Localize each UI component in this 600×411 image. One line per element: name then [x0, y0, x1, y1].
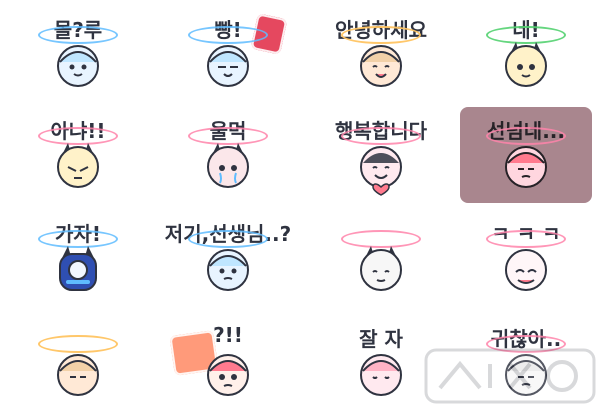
- chibi-character-icon: [494, 32, 558, 96]
- chibi-character-icon: [46, 236, 110, 300]
- sticker-cell-9[interactable]: 가자!: [12, 210, 144, 306]
- chibi-character-icon: [349, 236, 413, 300]
- sticker-cell-1[interactable]: 몰?루: [12, 6, 144, 102]
- sticker-cell-13[interactable]: [12, 315, 144, 411]
- chibi-character-icon: [196, 341, 260, 405]
- chibi-character-icon: [46, 133, 110, 197]
- sticker-cell-15[interactable]: 잘 자: [315, 315, 447, 411]
- sticker-cell-11[interactable]: [315, 210, 447, 306]
- sticker-cell-2[interactable]: 빵!: [162, 6, 294, 102]
- sticker-cell-4[interactable]: 네!: [460, 6, 592, 102]
- sticker-cell-12[interactable]: ㅋ ㅋ ㅋ: [460, 210, 592, 306]
- sticker-cell-6[interactable]: 울먹: [162, 107, 294, 203]
- sticker-cell-16[interactable]: 귀찮아..: [460, 315, 592, 411]
- chibi-character-icon: [46, 341, 110, 405]
- chibi-character-icon: [349, 341, 413, 405]
- chibi-character-icon: [46, 32, 110, 96]
- sticker-cell-10[interactable]: 저기,선생님..?: [162, 210, 294, 306]
- chibi-character-icon: [494, 341, 558, 405]
- sticker-sheet: 몰?루 빵! 안녕하세요 네! 아냐!! 울먹 행복합니다 선넘네... 가자!…: [0, 0, 600, 411]
- sticker-cell-5[interactable]: 아냐!!: [12, 107, 144, 203]
- sticker-cell-7[interactable]: 행복합니다: [315, 107, 447, 203]
- chibi-character-icon: [196, 32, 260, 96]
- chibi-character-icon: [349, 32, 413, 96]
- sticker-cell-8[interactable]: 선넘네...: [460, 107, 592, 203]
- chibi-character-icon: [196, 133, 260, 197]
- chibi-character-icon: [196, 236, 260, 300]
- chibi-character-icon: [494, 236, 558, 300]
- sticker-cell-3[interactable]: 안녕하세요: [315, 6, 447, 102]
- chibi-character-icon: [349, 133, 413, 197]
- chibi-character-icon: [494, 133, 558, 197]
- sticker-cell-14[interactable]: ?!!: [162, 315, 294, 411]
